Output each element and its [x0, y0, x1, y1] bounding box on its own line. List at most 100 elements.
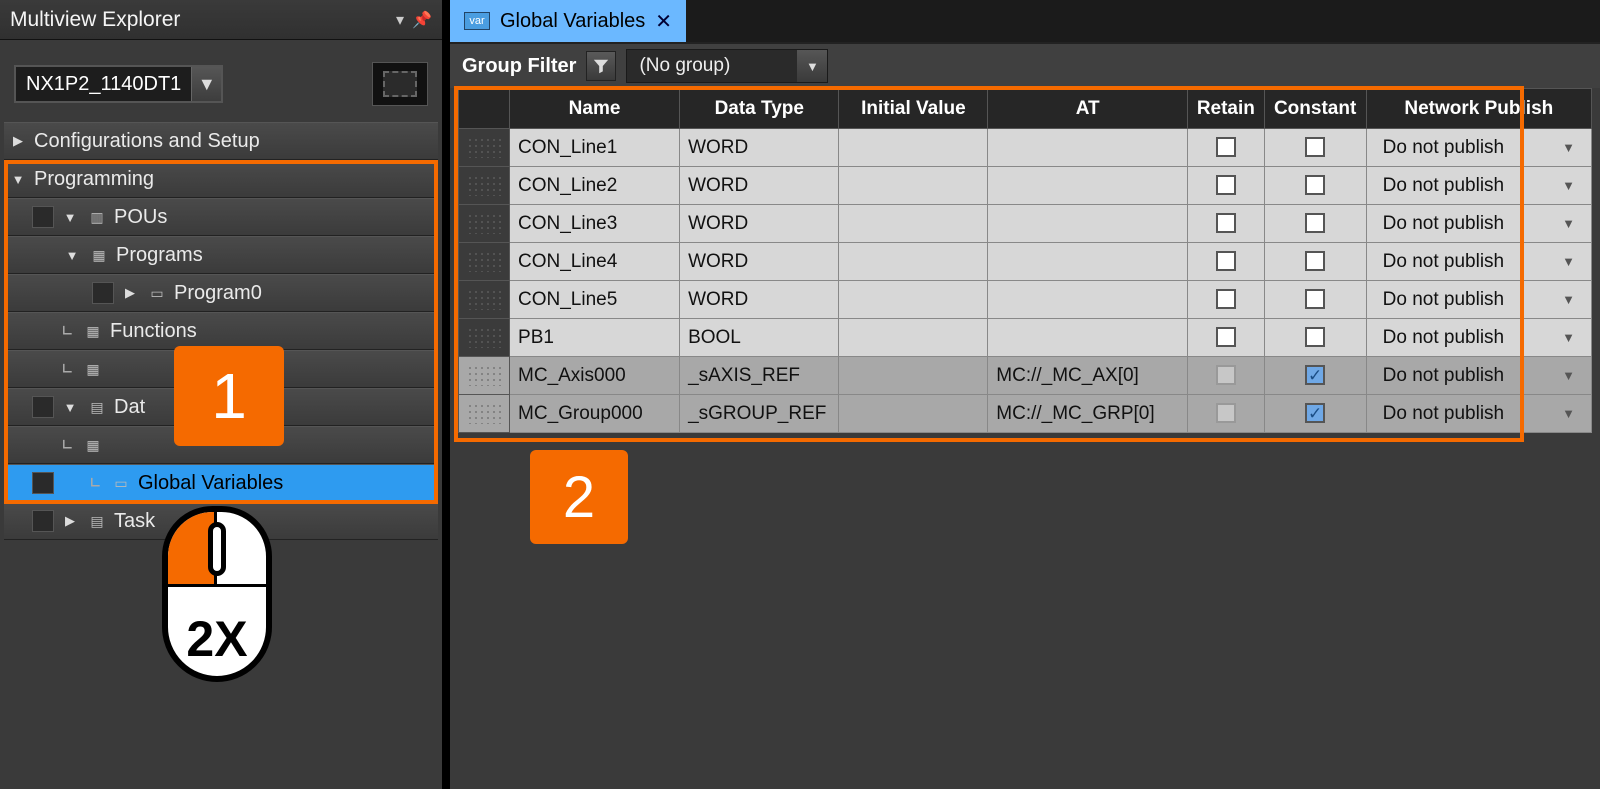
cell-datatype[interactable]: _sAXIS_REF — [680, 357, 839, 395]
cell-name[interactable]: CON_Line2 — [510, 167, 680, 205]
cell-retain[interactable] — [1188, 129, 1265, 167]
chevron-down-icon[interactable]: ▼ — [1562, 330, 1575, 345]
tab-global-variables[interactable]: var Global Variables ✕ — [450, 0, 686, 42]
expand-icon[interactable] — [8, 133, 28, 149]
tree-node-program0[interactable]: ▭ Program0 — [4, 274, 438, 312]
col-constant[interactable]: Constant — [1264, 89, 1366, 129]
cell-retain[interactable] — [1188, 167, 1265, 205]
col-initial[interactable]: Initial Value — [839, 89, 988, 129]
cell-retain[interactable] — [1188, 281, 1265, 319]
table-row[interactable]: CON_Line4WORDDo not publish▼ — [459, 243, 1592, 281]
table-row[interactable]: MC_Axis000_sAXIS_REF MC://_MC_AX[0] Do not… — [459, 357, 1592, 395]
col-publish[interactable]: Network Publish — [1366, 89, 1591, 129]
table-row[interactable]: CON_Line5WORDDo not publish▼ — [459, 281, 1592, 319]
collapse-icon[interactable] — [60, 400, 80, 415]
filter-button[interactable] — [586, 51, 616, 81]
cell-name[interactable]: PB1 — [510, 319, 680, 357]
cell-initial[interactable] — [839, 243, 988, 281]
tree-node-pous[interactable]: ▥ POUs — [4, 198, 438, 236]
cell-constant[interactable] — [1264, 129, 1366, 167]
cell-retain[interactable] — [1188, 395, 1265, 433]
cell-datatype[interactable]: WORD — [680, 167, 839, 205]
device-combo[interactable]: NX1P2_1140DT1 ▼ — [14, 65, 223, 103]
cell-constant[interactable] — [1264, 319, 1366, 357]
cell-constant[interactable] — [1264, 395, 1366, 433]
table-row[interactable]: CON_Line3WORDDo not publish▼ — [459, 205, 1592, 243]
tree-checkbox[interactable] — [32, 510, 54, 532]
cell-retain[interactable] — [1188, 205, 1265, 243]
checkbox-icon[interactable] — [1305, 365, 1325, 385]
cell-retain[interactable] — [1188, 357, 1265, 395]
row-handle[interactable] — [459, 243, 510, 281]
checkbox-icon[interactable] — [1305, 289, 1325, 309]
tree-checkbox[interactable] — [92, 282, 114, 304]
cell-retain[interactable] — [1188, 319, 1265, 357]
cell-datatype[interactable]: _sGROUP_REF — [680, 395, 839, 433]
cell-at[interactable]: MC://_MC_GRP[0] — [988, 395, 1188, 433]
row-handle[interactable] — [459, 357, 510, 395]
cell-constant[interactable] — [1264, 167, 1366, 205]
checkbox-icon[interactable] — [1216, 289, 1236, 309]
collapse-icon[interactable] — [62, 248, 82, 263]
cell-constant[interactable] — [1264, 205, 1366, 243]
checkbox-icon[interactable] — [1305, 327, 1325, 347]
cell-constant[interactable] — [1264, 357, 1366, 395]
checkbox-icon[interactable] — [1305, 403, 1325, 423]
table-row[interactable]: MC_Group000_sGROUP_REFMC://_MC_GRP[0]Do … — [459, 395, 1592, 433]
cell-initial[interactable] — [839, 319, 988, 357]
expand-icon[interactable] — [60, 513, 80, 529]
cell-initial[interactable] — [839, 129, 988, 167]
cell-name[interactable]: MC_Axis000 — [510, 357, 680, 395]
cell-publish[interactable]: Do not publish▼ — [1366, 319, 1591, 357]
col-at[interactable]: AT — [988, 89, 1188, 129]
dropdown-icon[interactable]: ▾ — [396, 10, 404, 30]
cell-at[interactable] — [988, 281, 1188, 319]
checkbox-icon[interactable] — [1216, 137, 1236, 157]
cell-initial[interactable] — [839, 205, 988, 243]
chevron-down-icon[interactable]: ▼ — [797, 50, 827, 82]
chevron-down-icon[interactable]: ▼ — [1562, 254, 1575, 269]
tree-checkbox[interactable] — [32, 206, 54, 228]
chevron-down-icon[interactable]: ▼ — [191, 67, 221, 101]
cell-constant[interactable] — [1264, 243, 1366, 281]
checkbox-icon[interactable] — [1216, 213, 1236, 233]
chevron-down-icon[interactable]: ▼ — [1562, 178, 1575, 193]
chevron-down-icon[interactable]: ▼ — [1562, 368, 1575, 383]
cell-at[interactable] — [988, 167, 1188, 205]
row-handle[interactable] — [459, 395, 510, 433]
col-retain[interactable]: Retain — [1188, 89, 1265, 129]
table-row[interactable]: CON_Line2WORD Do not publish▼ — [459, 167, 1592, 205]
cell-datatype[interactable]: WORD — [680, 129, 839, 167]
cell-publish[interactable]: Do not publish▼ — [1366, 167, 1591, 205]
row-handle[interactable] — [459, 281, 510, 319]
cell-initial[interactable] — [839, 167, 988, 205]
checkbox-icon[interactable] — [1216, 365, 1236, 385]
global-variables-grid[interactable]: Name Data Type Initial Value AT Retain C… — [458, 88, 1592, 433]
checkbox-icon[interactable] — [1216, 251, 1236, 271]
cell-initial[interactable] — [839, 281, 988, 319]
cell-at[interactable]: MC://_MC_AX[0] — [988, 357, 1188, 395]
checkbox-icon[interactable] — [1305, 137, 1325, 157]
cell-at[interactable] — [988, 205, 1188, 243]
chevron-down-icon[interactable]: ▼ — [1562, 292, 1575, 307]
table-row[interactable]: PB1BOOL Do not publish▼ — [459, 319, 1592, 357]
cell-publish[interactable]: Do not publish▼ — [1366, 205, 1591, 243]
checkbox-icon[interactable] — [1305, 251, 1325, 271]
tree-checkbox[interactable] — [32, 396, 54, 418]
cell-name[interactable]: CON_Line5 — [510, 281, 680, 319]
cell-publish[interactable]: Do not publish▼ — [1366, 395, 1591, 433]
cell-at[interactable] — [988, 243, 1188, 281]
checkbox-icon[interactable] — [1216, 327, 1236, 347]
checkbox-icon[interactable] — [1216, 403, 1236, 423]
cell-at[interactable] — [988, 319, 1188, 357]
checkbox-icon[interactable] — [1305, 175, 1325, 195]
cell-publish[interactable]: Do not publish▼ — [1366, 357, 1591, 395]
cell-publish[interactable]: Do not publish▼ — [1366, 243, 1591, 281]
row-handle[interactable] — [459, 205, 510, 243]
checkbox-icon[interactable] — [1216, 175, 1236, 195]
row-handle[interactable] — [459, 319, 510, 357]
cell-name[interactable]: CON_Line4 — [510, 243, 680, 281]
cell-datatype[interactable]: BOOL — [680, 319, 839, 357]
chevron-down-icon[interactable]: ▼ — [1562, 406, 1575, 421]
row-handle[interactable] — [459, 167, 510, 205]
